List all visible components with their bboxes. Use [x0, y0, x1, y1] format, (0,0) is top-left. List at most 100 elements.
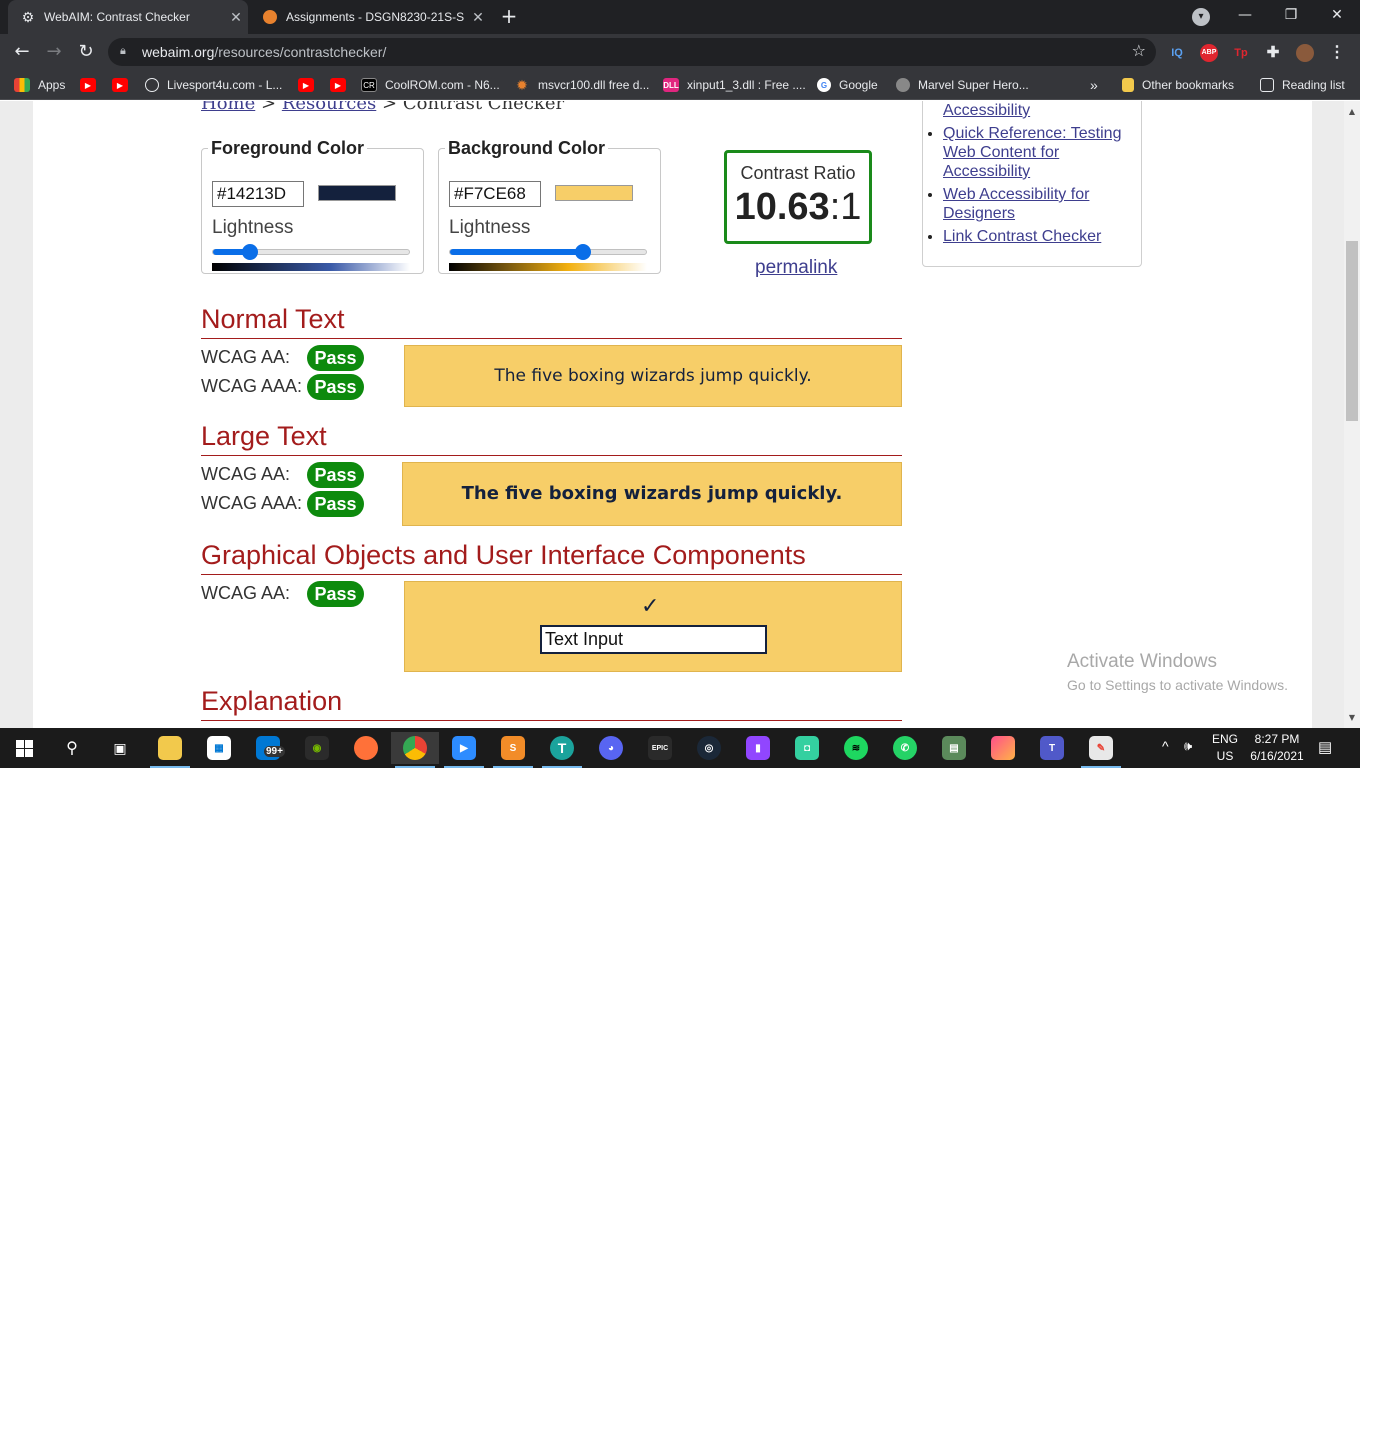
forward-icon[interactable]: →: [42, 40, 66, 64]
bookmark-youtube[interactable]: ▶: [80, 76, 104, 94]
notifications-icon[interactable]: ▤: [1318, 738, 1332, 756]
close-window-icon[interactable]: ✕: [1314, 0, 1360, 30]
slider-thumb[interactable]: [242, 244, 259, 260]
globe-icon: [145, 78, 159, 92]
puzzle-extensions-icon[interactable]: ✚: [1264, 44, 1282, 62]
close-tab-icon[interactable]: ✕: [224, 9, 248, 26]
coolrom-icon: CR: [361, 78, 377, 92]
reload-icon[interactable]: ↻: [74, 40, 98, 64]
bookmark-coolrom[interactable]: CR CoolROM.com - N6...: [361, 76, 500, 94]
tab-title: WebAIM: Contrast Checker: [44, 10, 190, 24]
youtube-icon: ▶: [112, 78, 128, 92]
tab-search-icon[interactable]: ▾: [1192, 8, 1210, 26]
twitch-icon[interactable]: ▮: [734, 732, 782, 764]
background-color-swatch[interactable]: [555, 185, 633, 201]
firefox-icon[interactable]: [342, 732, 390, 764]
foreground-hex-input[interactable]: #14213D: [212, 181, 304, 207]
back-icon[interactable]: ←: [10, 40, 34, 64]
foreground-color-swatch[interactable]: [318, 185, 396, 201]
scroll-up-icon[interactable]: ▲: [1344, 107, 1360, 116]
sidebar-link-designers[interactable]: Web Accessibility for Designers: [943, 186, 1089, 222]
reading-list[interactable]: Reading list: [1260, 76, 1345, 94]
sample-text-input[interactable]: Text Input: [540, 625, 767, 654]
tp-extension-icon[interactable]: Tp: [1232, 44, 1250, 62]
close-tab-icon[interactable]: ✕: [466, 9, 490, 26]
webcam-app-icon[interactable]: ◘: [783, 732, 831, 764]
mail-icon[interactable]: 99+: [244, 732, 292, 764]
zoom-icon[interactable]: ▶: [440, 732, 488, 768]
apps-grid-icon: [14, 78, 30, 92]
address-bar[interactable]: 🔒︎ webaim.org/resources/contrastchecker/…: [108, 38, 1156, 66]
paint-icon[interactable]: ✎: [1077, 732, 1125, 768]
scrollbar-thumb[interactable]: [1346, 241, 1358, 421]
more-bookmarks-button[interactable]: »: [1090, 76, 1098, 94]
volume-icon[interactable]: 🕪︎: [1184, 738, 1192, 754]
dll-icon: DLL: [663, 78, 679, 92]
task-view-icon[interactable]: ▣: [96, 732, 144, 764]
foreground-lightness-slider[interactable]: [212, 244, 410, 260]
iq-extension-icon[interactable]: IQ: [1168, 44, 1186, 62]
normal-aa-label: WCAG AA:: [201, 347, 291, 367]
menu-kebab-icon[interactable]: ⋮: [1328, 44, 1346, 62]
teams-icon[interactable]: T: [1028, 732, 1076, 764]
breadcrumb-home-link[interactable]: Home: [201, 101, 255, 114]
show-hidden-icons-icon[interactable]: ^: [1162, 738, 1169, 754]
bookmark-xinput[interactable]: DLL xinput1_3.dll : Free ....: [663, 76, 806, 94]
nvidia-icon[interactable]: ◉: [293, 732, 341, 764]
permalink-link[interactable]: permalink: [755, 257, 837, 279]
background-lightness-slider[interactable]: [449, 244, 647, 260]
minimize-icon[interactable]: —: [1222, 0, 1268, 30]
bookmark-youtube[interactable]: ▶: [112, 76, 136, 94]
bookmark-star-icon[interactable]: ☆: [1132, 41, 1146, 60]
bookmark-livesport[interactable]: Livesport4u.com - L...: [145, 76, 282, 94]
large-text-heading: Large Text: [201, 418, 902, 456]
clock[interactable]: 8:27 PM 6/16/2021: [1246, 732, 1308, 763]
sidebar-link-quick-reference[interactable]: Quick Reference: Testing Web Content for…: [943, 125, 1121, 180]
photo-app-icon[interactable]: [979, 732, 1027, 764]
typora-icon[interactable]: T: [538, 732, 586, 768]
background-hex-input[interactable]: #F7CE68: [449, 181, 541, 207]
breadcrumb-resources-link[interactable]: Resources: [282, 101, 376, 114]
discord-icon[interactable]: ◕: [587, 732, 635, 764]
youtube-icon: ▶: [80, 78, 96, 92]
whatsapp-icon[interactable]: ✆: [881, 732, 929, 764]
scroll-down-icon[interactable]: ▼: [1344, 713, 1360, 722]
normal-text-sample: The five boxing wizards jump quickly.: [404, 345, 902, 407]
chrome-icon[interactable]: [391, 732, 439, 768]
brightspace-icon: [262, 9, 278, 25]
tab-assignments[interactable]: Assignments - DSGN8230-21S-S ✕: [250, 0, 490, 34]
foreground-legend: Foreground Color: [211, 138, 364, 158]
bookmark-google[interactable]: G Google: [817, 76, 878, 94]
spotify-icon[interactable]: ≋: [832, 732, 880, 764]
search-icon[interactable]: ⚲: [48, 732, 96, 764]
profile-avatar-icon[interactable]: [1296, 44, 1314, 62]
language-indicator[interactable]: ENG US: [1208, 732, 1242, 763]
bookmark-marvel[interactable]: Marvel Super Hero...: [896, 76, 1029, 94]
tab-webaim[interactable]: ⚙ WebAIM: Contrast Checker ✕: [8, 0, 248, 34]
bookmark-msvcr[interactable]: ✹ msvcr100.dll free d...: [514, 76, 649, 94]
windows-start-icon[interactable]: [0, 732, 48, 764]
other-bookmarks[interactable]: Other bookmarks: [1122, 76, 1234, 94]
microsoft-store-icon[interactable]: ▦: [195, 732, 243, 764]
breadcrumb-current: Contrast Checker: [402, 101, 565, 114]
graphical-objects-heading: Graphical Objects and User Interface Com…: [201, 537, 902, 575]
sidebar-link-contrast[interactable]: Contrast and Color Accessibility: [943, 101, 1077, 119]
bookmark-youtube[interactable]: ▶: [298, 76, 322, 94]
bookmark-youtube[interactable]: ▶: [330, 76, 354, 94]
network-app-icon[interactable]: ▤: [930, 732, 978, 764]
page-scrollbar[interactable]: ▲ ▼: [1344, 101, 1360, 728]
file-explorer-icon[interactable]: [146, 732, 194, 768]
restore-icon[interactable]: ❐: [1268, 0, 1314, 30]
youtube-icon: ▶: [298, 78, 314, 92]
adblock-extension-icon[interactable]: ABP: [1200, 44, 1218, 62]
foreground-lightness-label: Lightness: [212, 217, 294, 238]
bookmark-apps[interactable]: Apps: [14, 76, 65, 94]
epic-games-icon[interactable]: EPIC: [636, 732, 684, 764]
sidebar-link-link-contrast[interactable]: Link Contrast Checker: [943, 228, 1101, 245]
steam-icon[interactable]: ◎: [685, 732, 733, 764]
contrast-ratio-value: 10.63:1: [734, 186, 862, 228]
new-tab-button[interactable]: +: [498, 6, 520, 28]
background-legend: Background Color: [448, 138, 606, 158]
slider-thumb[interactable]: [575, 244, 592, 260]
sublime-icon[interactable]: S: [489, 732, 537, 768]
